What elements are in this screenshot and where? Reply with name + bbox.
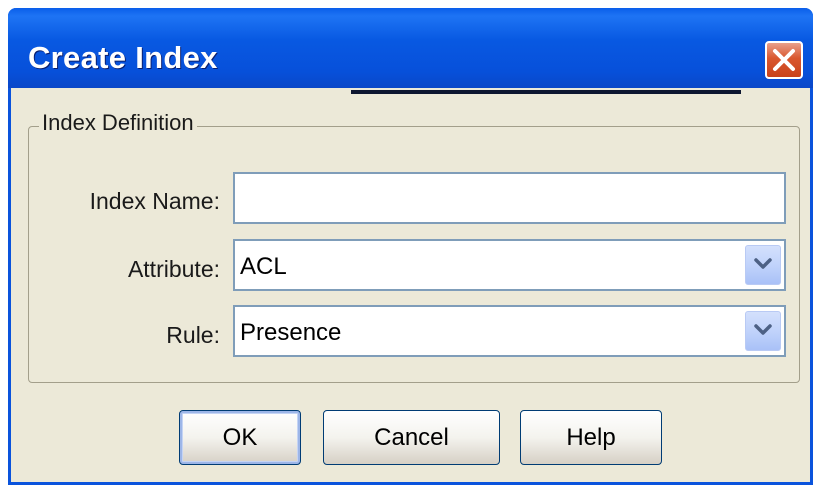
rule-label: Rule: bbox=[166, 322, 220, 348]
close-button[interactable] bbox=[765, 41, 803, 79]
cancel-button[interactable]: Cancel bbox=[323, 410, 500, 465]
attribute-value: ACL bbox=[240, 253, 287, 280]
title-bar[interactable]: Create Index bbox=[8, 8, 813, 88]
rule-select[interactable]: Presence bbox=[233, 305, 786, 357]
attribute-dropdown-button[interactable] bbox=[745, 245, 781, 285]
close-icon bbox=[773, 49, 795, 71]
rule-dropdown-button[interactable] bbox=[745, 311, 781, 351]
window-title: Create Index bbox=[28, 40, 218, 75]
rule-value: Presence bbox=[240, 319, 342, 346]
attribute-label: Attribute: bbox=[127, 256, 220, 282]
chevron-down-icon bbox=[754, 324, 772, 335]
attribute-select[interactable]: ACL bbox=[233, 239, 786, 291]
index-name-input[interactable] bbox=[233, 172, 786, 224]
help-button[interactable]: Help bbox=[520, 410, 662, 465]
index-name-label: Index Name: bbox=[89, 188, 220, 214]
title-divider bbox=[351, 90, 741, 94]
group-legend: Index Definition bbox=[39, 110, 197, 136]
ok-button[interactable]: OK bbox=[179, 410, 301, 465]
chevron-down-icon bbox=[754, 258, 772, 269]
create-index-dialog: Create Index Index Definition Index Name… bbox=[8, 8, 813, 485]
